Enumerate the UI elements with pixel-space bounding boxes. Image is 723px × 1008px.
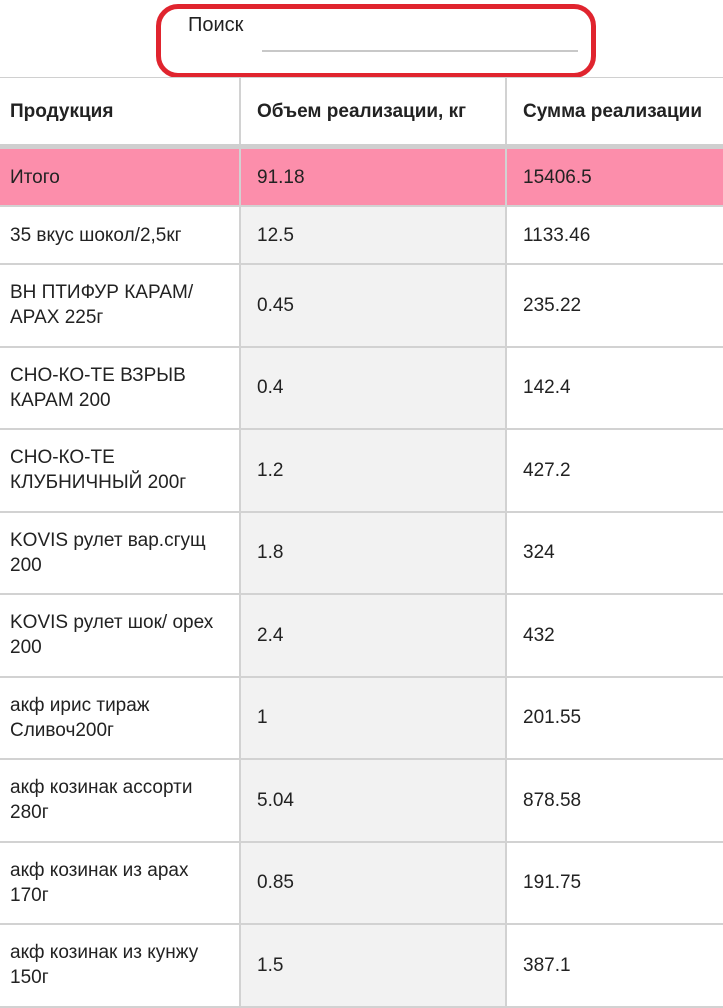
table-row[interactable]: акф козинак из кунжу 150г 1.5 387.1: [0, 925, 723, 1008]
product-name: ВН ПТИФУР КАРАМ/ АРАХ 225г: [0, 265, 241, 346]
total-label: Итого: [0, 149, 241, 205]
sales-volume: 1: [241, 677, 507, 758]
total-sum: 15406.5: [507, 149, 723, 205]
product-name: акф ирис тираж Сливоч200г: [0, 677, 241, 758]
sales-volume: 0.45: [241, 265, 507, 346]
search-highlight-frame: [156, 4, 596, 78]
sales-volume: 0.4: [241, 347, 507, 428]
table-row[interactable]: акф козинак ассорти 280г 5.04 878.58: [0, 760, 723, 843]
table-header-row: Продукция Объем реализации, кг Сумма реа…: [0, 78, 723, 149]
column-header-sum[interactable]: Сумма реализации: [507, 78, 723, 144]
table-row[interactable]: 35 вкус шокол/2,5кг 12.5 1133.46: [0, 207, 723, 265]
total-volume: 91.18: [241, 149, 507, 205]
table-row[interactable]: ВН ПТИФУР КАРАМ/ АРАХ 225г 0.45 235.22: [0, 265, 723, 348]
table-row[interactable]: СНО-КО-ТЕ КЛУБНИЧНЫЙ 200г 1.2 427.2: [0, 430, 723, 513]
product-name: акф козинак из арах 170г: [0, 842, 241, 923]
sales-volume: 1.2: [241, 430, 507, 511]
table-row[interactable]: акф ирис тираж Сливоч200г 1 201.55: [0, 677, 723, 760]
table-row[interactable]: KOVIS рулет вар.сгущ 200 1.8 324: [0, 512, 723, 595]
sales-volume: 5.04: [241, 760, 507, 841]
sales-table: Продукция Объем реализации, кг Сумма реа…: [0, 77, 723, 1008]
product-name: KOVIS рулет шок/ орех 200: [0, 595, 241, 676]
sales-volume: 1.5: [241, 925, 507, 1006]
table-row[interactable]: KOVIS рулет шок/ орех 200 2.4 432: [0, 595, 723, 678]
search-bar: Поиск: [0, 0, 723, 78]
sales-sum: 142.4: [507, 347, 723, 428]
column-header-product[interactable]: Продукция: [0, 78, 241, 144]
product-name: акф козинак из кунжу 150г: [0, 925, 241, 1006]
sales-sum: 387.1: [507, 925, 723, 1006]
sales-volume: 12.5: [241, 207, 507, 263]
sales-sum: 878.58: [507, 760, 723, 841]
sales-sum: 427.2: [507, 430, 723, 511]
product-name: СНО-КО-ТЕ КЛУБНИЧНЫЙ 200г: [0, 430, 241, 511]
product-name: СНО-КО-ТЕ ВЗРЫВ КАРАМ 200: [0, 347, 241, 428]
sales-sum: 201.55: [507, 677, 723, 758]
column-header-volume[interactable]: Объем реализации, кг: [241, 78, 507, 144]
product-name: KOVIS рулет вар.сгущ 200: [0, 512, 241, 593]
sales-sum: 235.22: [507, 265, 723, 346]
sales-sum: 191.75: [507, 842, 723, 923]
total-row[interactable]: Итого 91.18 15406.5: [0, 149, 723, 207]
table-row[interactable]: СНО-КО-ТЕ ВЗРЫВ КАРАМ 200 0.4 142.4: [0, 347, 723, 430]
product-name: акф козинак ассорти 280г: [0, 760, 241, 841]
sales-sum: 432: [507, 595, 723, 676]
sales-volume: 1.8: [241, 512, 507, 593]
sales-volume: 0.85: [241, 842, 507, 923]
product-name: 35 вкус шокол/2,5кг: [0, 207, 241, 263]
sales-sum: 1133.46: [507, 207, 723, 263]
sales-sum: 324: [507, 512, 723, 593]
table-row[interactable]: акф козинак из арах 170г 0.85 191.75: [0, 842, 723, 925]
sales-volume: 2.4: [241, 595, 507, 676]
